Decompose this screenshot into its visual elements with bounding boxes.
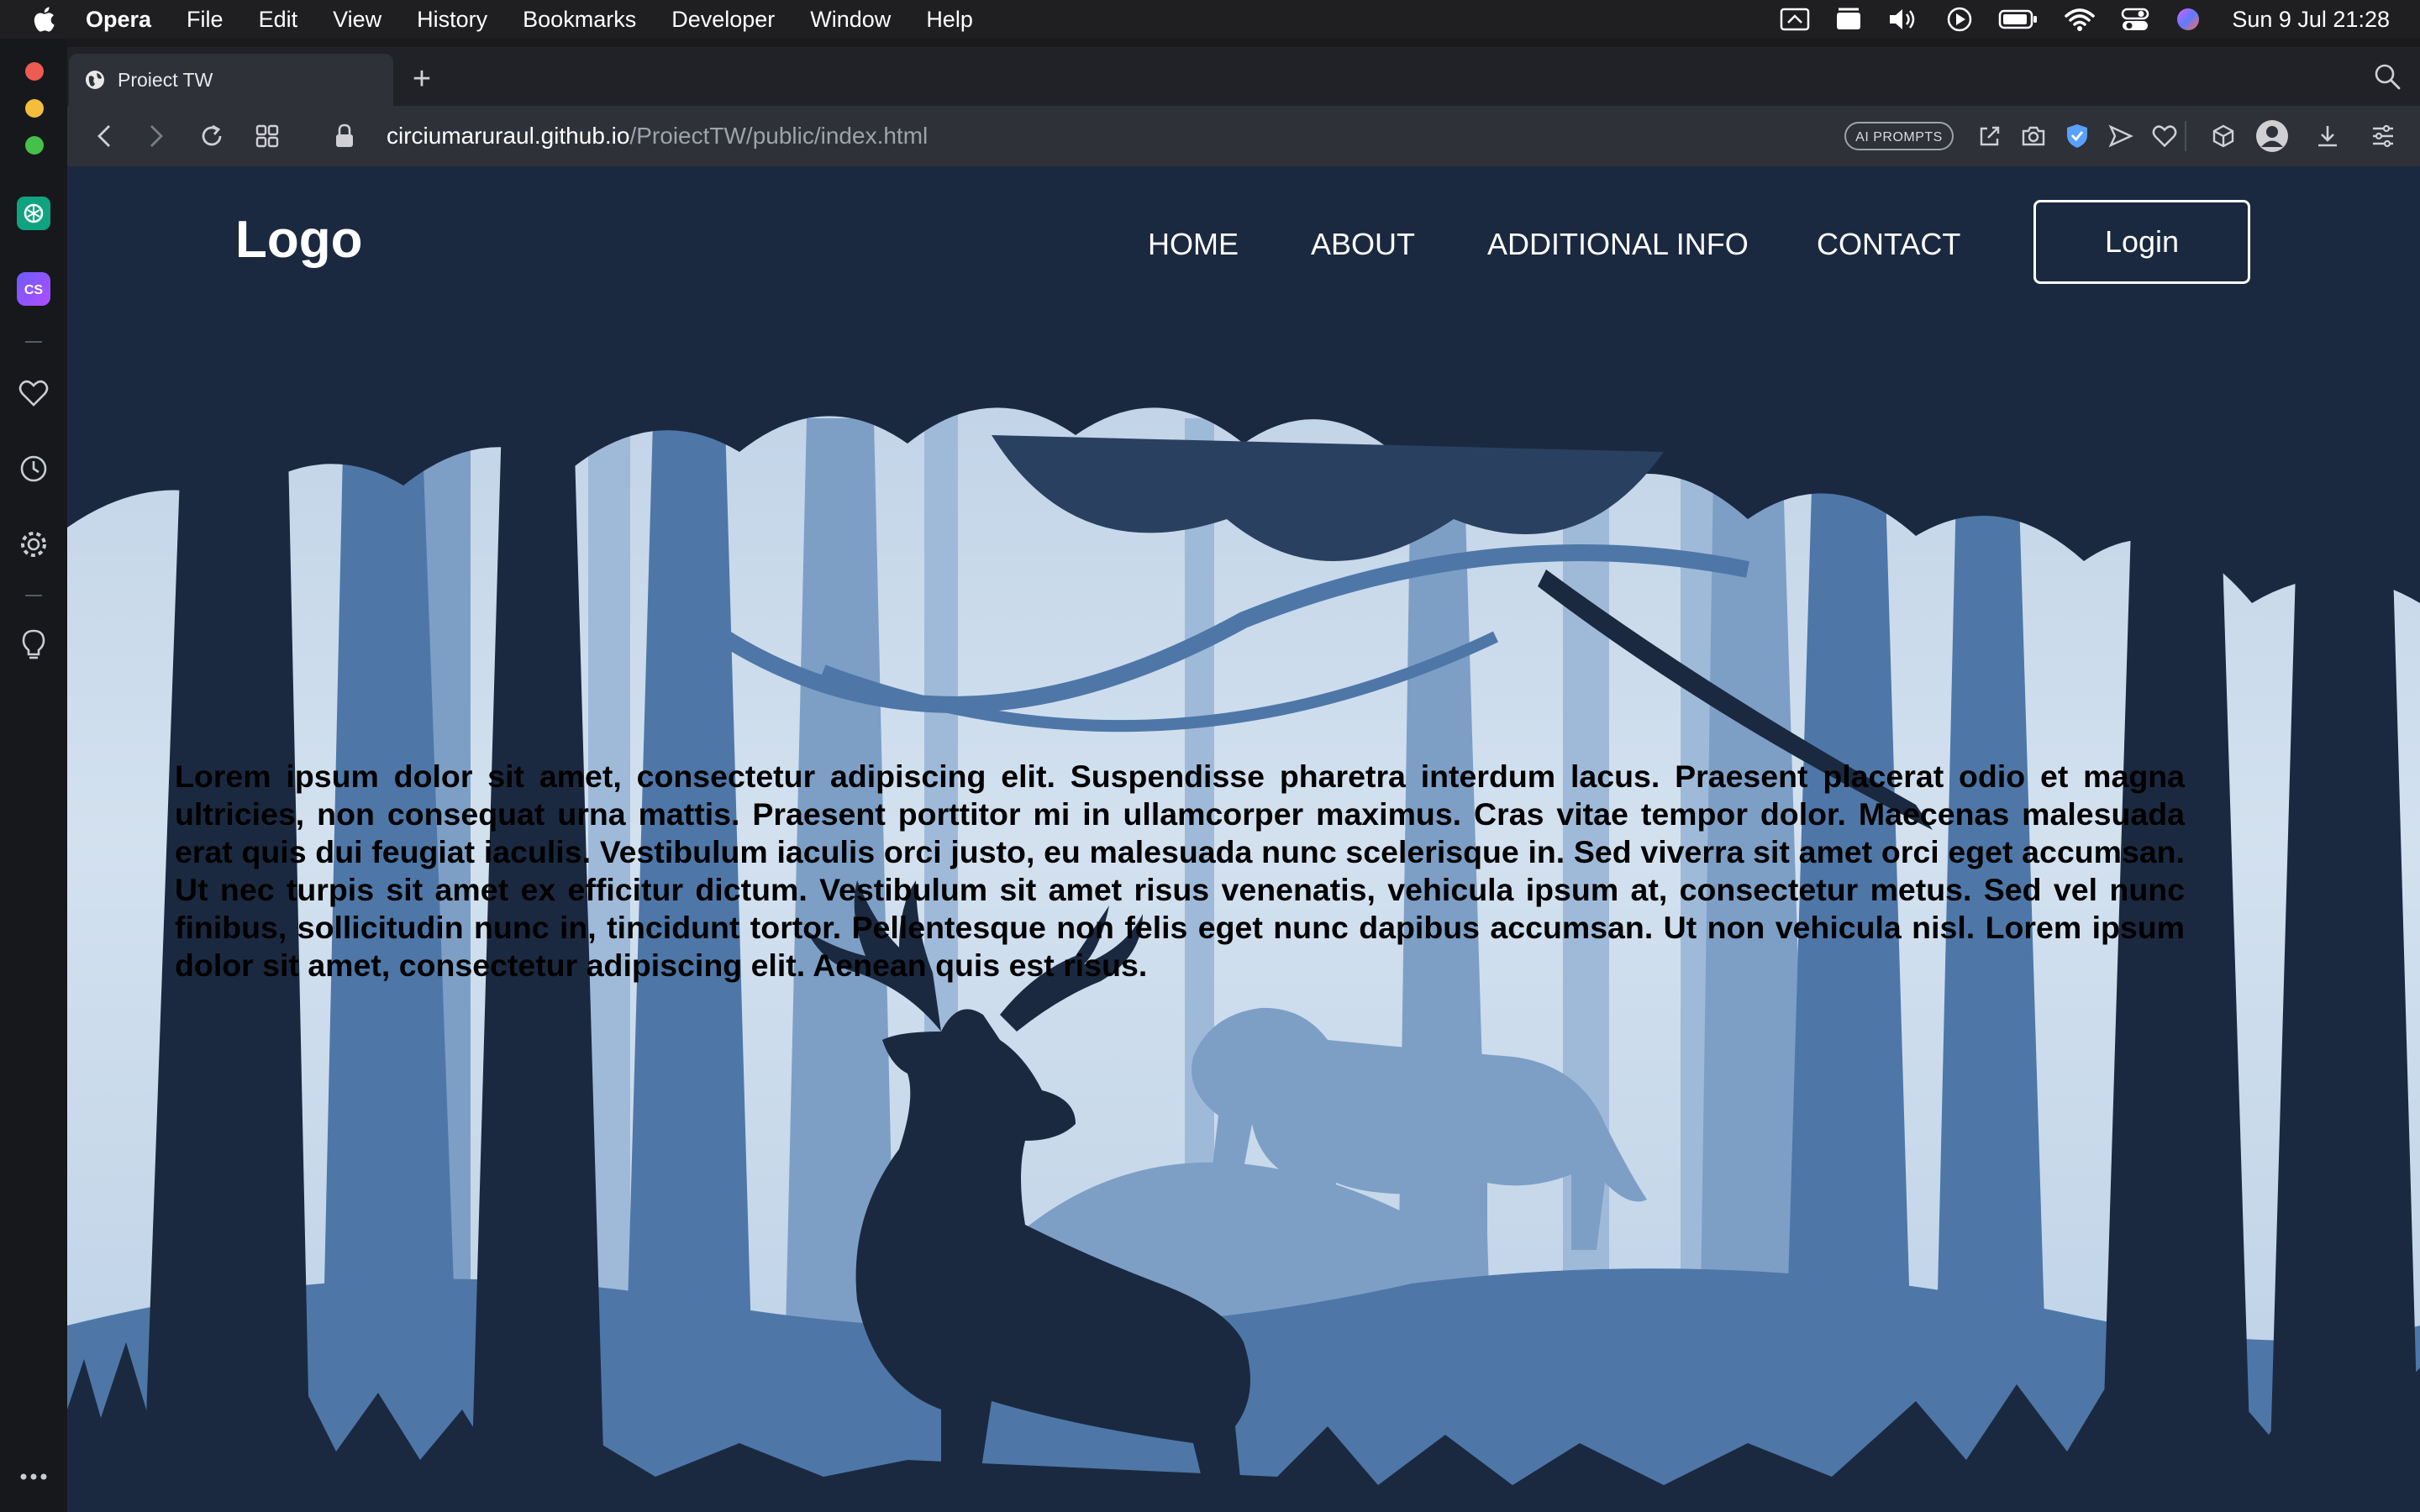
menu-history[interactable]: History <box>417 7 487 33</box>
clapper-icon[interactable] <box>1835 8 1862 31</box>
wifi-icon[interactable] <box>2064 7 2096 32</box>
globe-icon <box>86 71 104 89</box>
camera-icon[interactable] <box>2017 119 2050 153</box>
chatgpt-icon[interactable] <box>17 197 50 230</box>
apple-logo-icon[interactable] <box>32 6 55 33</box>
easy-setup-icon[interactable] <box>2366 119 2400 153</box>
download-icon[interactable] <box>2311 119 2344 153</box>
nav-additional-info[interactable]: ADDITIONAL INFO <box>1487 227 1749 262</box>
minimize-window-button[interactable] <box>25 99 44 118</box>
login-button[interactable]: Login <box>2033 200 2250 284</box>
lightbulb-icon[interactable] <box>17 628 50 662</box>
tab-grid-icon[interactable] <box>250 119 284 153</box>
body-text: Lorem ipsum dolor sit amet, consectetur … <box>175 758 2185 983</box>
heart-icon[interactable] <box>2148 119 2181 153</box>
shield-icon[interactable] <box>2060 119 2094 153</box>
control-center-icon[interactable] <box>2121 7 2149 32</box>
lock-icon[interactable] <box>328 119 361 153</box>
zoom-window-button[interactable] <box>25 136 44 155</box>
siri-icon[interactable] <box>2175 6 2202 33</box>
close-window-button[interactable] <box>25 62 44 81</box>
sidebar-divider <box>25 595 42 596</box>
heart-icon[interactable] <box>17 376 50 410</box>
menu-app-name[interactable]: Opera <box>86 7 151 33</box>
tab-title: Proiect TW <box>118 68 213 91</box>
sidebar-divider <box>25 341 42 343</box>
nav-contact[interactable]: CONTACT <box>1817 227 1960 262</box>
address-bar[interactable]: circiumaruraul.github.io/ProiectTW/publi… <box>387 106 928 166</box>
cs-extension-icon[interactable]: CS <box>17 272 50 306</box>
web-page: Logo HOME ABOUT ADDITIONAL INFO CONTACT … <box>67 166 2420 1512</box>
play-icon[interactable] <box>1946 6 1973 33</box>
browser-toolbar: circiumaruraul.github.io/ProiectTW/publi… <box>67 106 2420 166</box>
menu-edit[interactable]: Edit <box>259 7 298 33</box>
cs-extension-label: CS <box>24 283 44 297</box>
share-icon[interactable] <box>1973 119 2007 153</box>
macos-menu-bar: Opera File Edit View History Bookmarks D… <box>0 0 2420 39</box>
menu-developer[interactable]: Developer <box>671 7 775 33</box>
profile-icon[interactable] <box>2255 119 2289 153</box>
more-icon[interactable] <box>17 1460 50 1494</box>
menu-view[interactable]: View <box>333 7 381 33</box>
menu-help[interactable]: Help <box>926 7 973 33</box>
forward-icon[interactable] <box>139 119 173 153</box>
nav-home[interactable]: HOME <box>1148 227 1239 262</box>
clock[interactable]: Sun 9 Jul 21:28 <box>2232 7 2390 33</box>
tab-active[interactable]: Proiect TW <box>69 54 393 106</box>
screen-share-icon[interactable] <box>1780 7 1810 32</box>
box-icon[interactable] <box>2207 119 2240 153</box>
nav-about[interactable]: ABOUT <box>1311 227 1415 262</box>
volume-icon[interactable] <box>1887 7 1921 32</box>
ai-prompts-button[interactable]: AI PROMPTS <box>1844 122 1954 150</box>
menu-bookmarks[interactable]: Bookmarks <box>523 7 636 33</box>
battery-icon[interactable] <box>1998 8 2039 30</box>
send-icon[interactable] <box>2104 119 2138 153</box>
new-tab-button[interactable]: + <box>405 62 439 96</box>
back-icon[interactable] <box>87 119 121 153</box>
menu-window[interactable]: Window <box>810 7 891 33</box>
toolbar-divider <box>2185 121 2186 151</box>
url-path: /ProiectTW/public/index.html <box>629 123 929 149</box>
tab-search-icon[interactable] <box>2373 62 2402 95</box>
settings-icon[interactable] <box>17 528 50 561</box>
menu-file[interactable]: File <box>187 7 224 33</box>
reload-icon[interactable] <box>195 119 229 153</box>
browser-sidebar: CS <box>0 39 67 1512</box>
history-icon[interactable] <box>17 452 50 486</box>
tab-strip: Proiect TW + <box>67 47 2420 106</box>
url-host: circiumaruraul.github.io <box>387 123 630 149</box>
